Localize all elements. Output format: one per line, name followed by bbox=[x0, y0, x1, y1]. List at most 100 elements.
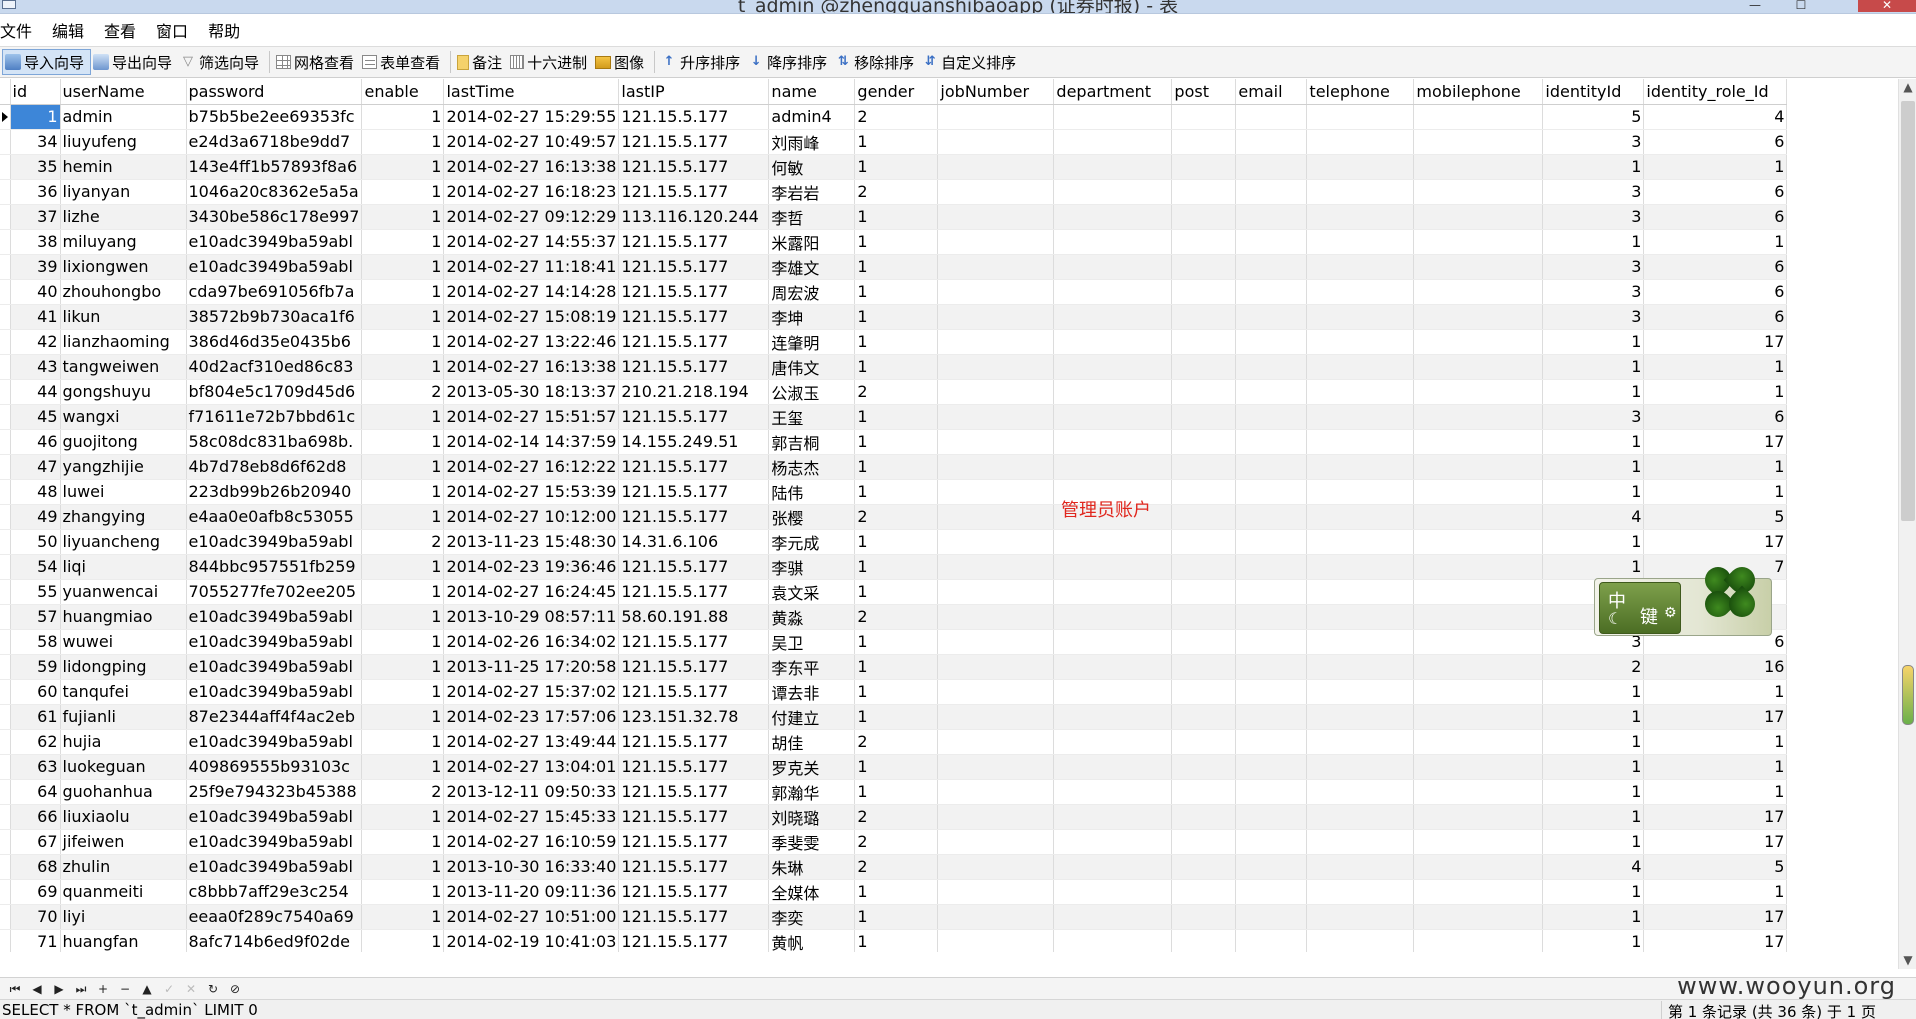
maximize-button[interactable]: ☐ bbox=[1778, 0, 1824, 12]
cell-telephone[interactable] bbox=[1306, 129, 1415, 155]
cell-username[interactable]: hujia bbox=[60, 729, 187, 755]
cell-identity-role-id[interactable]: 1 bbox=[1643, 454, 1788, 480]
cell-post[interactable] bbox=[1171, 129, 1237, 155]
column-header-jobnumber[interactable]: jobNumber bbox=[937, 79, 1055, 105]
cell-department[interactable] bbox=[1053, 454, 1173, 480]
cell-password[interactable]: 4b7d78eb8d6f62d8 bbox=[186, 454, 363, 480]
cell-identity-role-id[interactable]: 17 bbox=[1643, 329, 1788, 355]
cell-mobilephone[interactable] bbox=[1413, 779, 1544, 805]
row-indicator[interactable] bbox=[0, 329, 11, 355]
cell-department[interactable] bbox=[1053, 154, 1173, 180]
cell-gender[interactable]: 1 bbox=[854, 679, 939, 705]
cell-lastip[interactable]: 121.15.5.177 bbox=[618, 129, 770, 155]
cell-telephone[interactable] bbox=[1306, 804, 1415, 830]
cell-mobilephone[interactable] bbox=[1413, 704, 1544, 730]
cell-gender[interactable]: 1 bbox=[854, 254, 939, 280]
cell-lasttime[interactable]: 2014-02-27 16:18:23 bbox=[443, 179, 620, 205]
cell-gender[interactable]: 2 bbox=[854, 104, 939, 130]
table-row[interactable]: 41 likun 38572b9b730aca1f6 1 2014-02-27 15:0… bbox=[0, 304, 1788, 330]
cell-gender[interactable]: 1 bbox=[854, 879, 939, 905]
cell-jobnumber[interactable] bbox=[937, 154, 1055, 180]
cell-post[interactable] bbox=[1171, 529, 1237, 555]
cell-identityid[interactable]: 1 bbox=[1542, 904, 1645, 930]
cell-post[interactable] bbox=[1171, 154, 1237, 180]
cell-password[interactable]: 87e2344aff4f4ac2eb bbox=[186, 704, 363, 730]
cell-name[interactable]: 张樱 bbox=[768, 504, 856, 530]
cell-post[interactable] bbox=[1171, 204, 1237, 230]
cell-password[interactable]: 386d46d35e0435b6 bbox=[186, 329, 363, 355]
add-record-icon[interactable]: + bbox=[92, 980, 114, 998]
column-header-department[interactable]: department bbox=[1053, 79, 1173, 105]
cell-telephone[interactable] bbox=[1306, 679, 1415, 705]
cell-id[interactable]: 39 bbox=[10, 254, 61, 280]
cell-lastip[interactable]: 121.15.5.177 bbox=[618, 304, 770, 330]
cell-identity-role-id[interactable]: 17 bbox=[1643, 904, 1788, 930]
cell-mobilephone[interactable] bbox=[1413, 229, 1544, 255]
cell-department[interactable] bbox=[1053, 254, 1173, 280]
menu-view[interactable]: 查看 bbox=[102, 18, 154, 42]
cell-password[interactable]: e10adc3949ba59abl bbox=[186, 804, 363, 830]
cell-gender[interactable]: 2 bbox=[854, 379, 939, 405]
cell-id[interactable]: 62 bbox=[10, 729, 61, 755]
cell-department[interactable] bbox=[1053, 379, 1173, 405]
cell-username[interactable]: admin bbox=[60, 104, 187, 130]
cell-gender[interactable]: 2 bbox=[854, 729, 939, 755]
table-row[interactable]: 43 tangweiwen 40d2acf310ed86c83 1 2014-02-27… bbox=[0, 354, 1788, 380]
cell-password[interactable]: e10adc3949ba59abl bbox=[186, 529, 363, 555]
cell-email[interactable] bbox=[1235, 254, 1308, 280]
cell-lastip[interactable]: 121.15.5.177 bbox=[618, 829, 770, 855]
cell-lasttime[interactable]: 2014-02-27 15:45:33 bbox=[443, 804, 620, 830]
cell-mobilephone[interactable] bbox=[1413, 604, 1544, 630]
cell-name[interactable]: 郭吉桐 bbox=[768, 429, 856, 455]
cell-gender[interactable]: 1 bbox=[854, 904, 939, 930]
table-row[interactable]: 40 zhouhongbo cda97be691056fb7a 1 2014-02-27… bbox=[0, 279, 1788, 305]
cell-name[interactable]: 袁文采 bbox=[768, 579, 856, 605]
menu-help[interactable]: 帮助 bbox=[206, 18, 258, 42]
cell-lasttime[interactable]: 2013-11-23 15:48:30 bbox=[443, 529, 620, 555]
cell-jobnumber[interactable] bbox=[937, 404, 1055, 430]
cell-jobnumber[interactable] bbox=[937, 779, 1055, 805]
cell-email[interactable] bbox=[1235, 504, 1308, 530]
row-indicator[interactable] bbox=[0, 179, 11, 205]
row-indicator[interactable] bbox=[0, 579, 11, 605]
cell-email[interactable] bbox=[1235, 154, 1308, 180]
cell-department[interactable] bbox=[1053, 604, 1173, 630]
cell-telephone[interactable] bbox=[1306, 754, 1415, 780]
cell-lasttime[interactable]: 2013-11-20 09:11:36 bbox=[443, 879, 620, 905]
cell-enable[interactable]: 1 bbox=[361, 579, 445, 605]
cell-name[interactable]: 刘雨峰 bbox=[768, 129, 856, 155]
cell-password[interactable]: eeaa0f289c7540a69 bbox=[186, 904, 363, 930]
cell-lastip[interactable]: 121.15.5.177 bbox=[618, 329, 770, 355]
cell-jobnumber[interactable] bbox=[937, 879, 1055, 905]
form-view-button[interactable]: 表单查看 bbox=[360, 49, 446, 75]
cell-post[interactable] bbox=[1171, 779, 1237, 805]
cell-name[interactable]: 唐伟文 bbox=[768, 354, 856, 380]
row-indicator[interactable] bbox=[0, 879, 11, 905]
cell-identity-role-id[interactable]: 17 bbox=[1643, 529, 1788, 555]
cell-name[interactable]: 李骐 bbox=[768, 554, 856, 580]
cell-lasttime[interactable]: 2014-02-27 15:53:39 bbox=[443, 479, 620, 505]
table-row[interactable]: 68 zhulin e10adc3949ba59abl 1 2013-10-30 16:… bbox=[0, 854, 1788, 880]
cell-name[interactable]: 朱琳 bbox=[768, 854, 856, 880]
cell-telephone[interactable] bbox=[1306, 704, 1415, 730]
cell-post[interactable] bbox=[1171, 654, 1237, 680]
remove-sort-button[interactable]: ⇅ 移除排序 bbox=[833, 49, 920, 75]
cell-id[interactable]: 71 bbox=[10, 929, 61, 952]
cell-enable[interactable]: 1 bbox=[361, 554, 445, 580]
cell-identity-role-id[interactable]: 1 bbox=[1643, 779, 1788, 805]
table-row[interactable]: 48 luwei 223db99b26b20940 1 2014-02-27 15:53… bbox=[0, 479, 1788, 505]
cell-id[interactable]: 42 bbox=[10, 329, 61, 355]
cell-jobnumber[interactable] bbox=[937, 479, 1055, 505]
cell-mobilephone[interactable] bbox=[1413, 729, 1544, 755]
cell-email[interactable] bbox=[1235, 779, 1308, 805]
cell-enable[interactable]: 1 bbox=[361, 904, 445, 930]
cell-identity-role-id[interactable]: 17 bbox=[1643, 829, 1788, 855]
table-row[interactable]: 37 lizhe 3430be586c178e997 1 2014-02-27 09:1… bbox=[0, 204, 1788, 230]
export-wizard-button[interactable]: 导出向导 bbox=[91, 49, 178, 75]
cell-username[interactable]: liyuancheng bbox=[60, 529, 187, 555]
cell-password[interactable]: 223db99b26b20940 bbox=[186, 479, 363, 505]
cell-gender[interactable]: 2 bbox=[854, 604, 939, 630]
cell-telephone[interactable] bbox=[1306, 904, 1415, 930]
cell-telephone[interactable] bbox=[1306, 929, 1415, 952]
cell-lasttime[interactable]: 2014-02-27 16:24:45 bbox=[443, 579, 620, 605]
